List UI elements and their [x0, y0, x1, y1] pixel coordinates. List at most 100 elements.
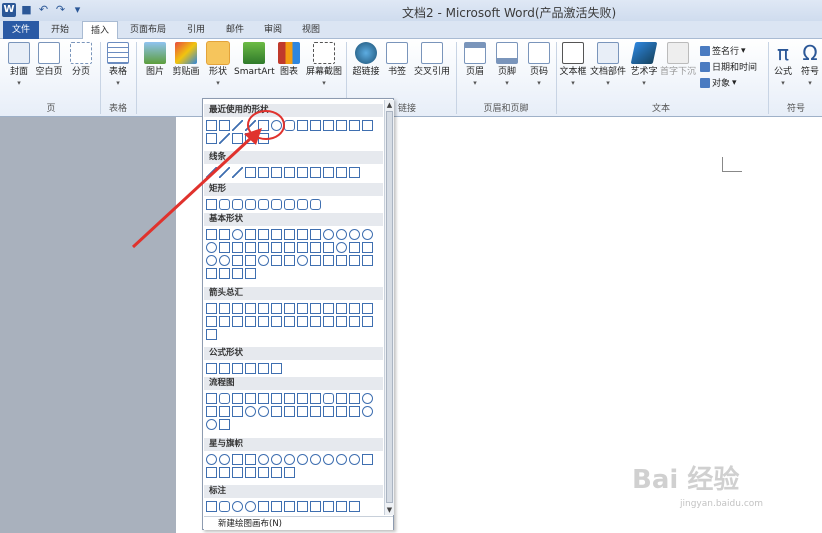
shape-item[interactable]	[219, 229, 230, 240]
shape-item[interactable]	[297, 393, 308, 404]
clip-art-button[interactable]: 剪贴画	[170, 42, 202, 78]
shape-item[interactable]	[245, 268, 256, 279]
shape-item[interactable]	[232, 316, 243, 327]
shape-item[interactable]	[232, 454, 243, 465]
hyperlink-button[interactable]: 超链接	[350, 42, 382, 78]
shape-item[interactable]	[336, 393, 347, 404]
shape-item[interactable]	[245, 133, 256, 144]
shape-item[interactable]	[349, 242, 360, 253]
shape-item[interactable]	[206, 167, 217, 178]
shape-item[interactable]	[219, 167, 230, 178]
shape-item[interactable]	[349, 255, 360, 266]
shapes-button[interactable]: 形状 ▾	[203, 42, 233, 89]
shape-item[interactable]	[336, 316, 347, 327]
shape-item[interactable]	[362, 229, 373, 240]
shape-item[interactable]	[232, 467, 243, 478]
picture-button[interactable]: 图片	[140, 42, 170, 78]
shape-item[interactable]	[284, 501, 295, 512]
shape-item[interactable]	[271, 229, 282, 240]
shape-item[interactable]	[219, 242, 230, 253]
shape-item[interactable]	[206, 501, 217, 512]
shape-item[interactable]	[297, 303, 308, 314]
elbow-arrow-connector-shape[interactable]	[323, 120, 334, 131]
shape-item[interactable]	[271, 167, 282, 178]
shape-item[interactable]	[271, 199, 282, 210]
bookmark-button[interactable]: 书签	[384, 42, 410, 78]
vertical-text-box-shape[interactable]	[219, 120, 230, 131]
shape-item[interactable]	[297, 199, 308, 210]
shape-item[interactable]	[336, 454, 347, 465]
shape-item[interactable]	[232, 268, 243, 279]
shape-item[interactable]	[206, 199, 217, 210]
shape-item[interactable]	[336, 167, 347, 178]
shape-item[interactable]	[219, 199, 230, 210]
moon-shape[interactable]	[310, 255, 321, 266]
shape-item[interactable]	[219, 303, 230, 314]
arrow-line-shape[interactable]	[245, 120, 256, 131]
shape-item[interactable]	[219, 268, 230, 279]
scroll-up-arrow-icon[interactable]: ▲	[385, 100, 394, 110]
page-number-button[interactable]: 页码 ▾	[524, 42, 554, 89]
symbol-button[interactable]: Ω 符号 ▾	[798, 42, 822, 89]
oval-shape[interactable]	[271, 120, 282, 131]
shape-item[interactable]	[323, 393, 334, 404]
not-equal-shape[interactable]	[271, 363, 282, 374]
down-arrow-shape[interactable]	[349, 120, 360, 131]
shape-item[interactable]	[271, 242, 282, 253]
shape-item[interactable]	[206, 419, 217, 430]
redo-icon[interactable]: ↷	[54, 3, 67, 16]
shape-item[interactable]	[271, 406, 282, 417]
shape-item[interactable]	[284, 242, 295, 253]
shape-item[interactable]	[271, 316, 282, 327]
text-box-button[interactable]: 文本框 ▾	[558, 42, 588, 89]
shape-item[interactable]	[232, 501, 243, 512]
new-drawing-canvas-item[interactable]: 新建绘图画布(N)	[204, 516, 393, 530]
wordart-button[interactable]: 艺术字 ▾	[628, 42, 660, 89]
tab-file[interactable]: 文件	[3, 21, 39, 39]
equation-button[interactable]: π 公式 ▾	[770, 42, 796, 89]
shape-item[interactable]	[323, 229, 334, 240]
shape-item[interactable]	[245, 406, 256, 417]
equal-shape[interactable]	[258, 363, 269, 374]
shape-item[interactable]	[206, 454, 217, 465]
customize-qat-icon[interactable]: ▾	[71, 3, 84, 16]
shape-item[interactable]	[232, 229, 243, 240]
shape-item[interactable]	[362, 316, 373, 327]
shape-item[interactable]	[284, 316, 295, 327]
shape-item[interactable]	[336, 255, 347, 266]
shape-item[interactable]	[297, 167, 308, 178]
tab-mailings[interactable]: 邮件	[218, 21, 252, 39]
shape-item[interactable]	[258, 133, 269, 144]
footer-button[interactable]: 页脚 ▾	[492, 42, 522, 89]
shape-item[interactable]	[310, 501, 321, 512]
shape-item[interactable]	[349, 406, 360, 417]
shape-item[interactable]	[362, 120, 373, 131]
sun-shape[interactable]	[297, 255, 308, 266]
date-time-button[interactable]: 日期和时间	[700, 60, 757, 73]
shape-item[interactable]	[219, 255, 230, 266]
shape-item[interactable]	[284, 199, 295, 210]
page-break-button[interactable]: 分页	[66, 42, 96, 78]
shape-item[interactable]	[349, 501, 360, 512]
shape-item[interactable]	[206, 303, 217, 314]
shape-item[interactable]	[336, 229, 347, 240]
shape-item[interactable]	[310, 242, 321, 253]
smartart-button[interactable]: SmartArt	[234, 42, 275, 78]
shape-item[interactable]	[349, 454, 360, 465]
minus-shape[interactable]	[219, 363, 230, 374]
screenshot-button[interactable]: 屏幕截图 ▾	[304, 42, 344, 89]
divide-shape[interactable]	[245, 363, 256, 374]
rectangle-shape[interactable]	[258, 120, 269, 131]
shape-item[interactable]	[258, 229, 269, 240]
shape-item[interactable]	[297, 229, 308, 240]
chart-button[interactable]: 图表	[276, 42, 302, 78]
shape-item[interactable]	[310, 393, 321, 404]
blank-page-button[interactable]: 空白页	[34, 42, 64, 78]
shape-item[interactable]	[349, 229, 360, 240]
shape-item[interactable]	[258, 406, 269, 417]
shape-item[interactable]	[271, 467, 282, 478]
shape-item[interactable]	[232, 199, 243, 210]
shape-item[interactable]	[323, 501, 334, 512]
undo-icon[interactable]: ↶	[37, 3, 50, 16]
shape-item[interactable]	[271, 393, 282, 404]
